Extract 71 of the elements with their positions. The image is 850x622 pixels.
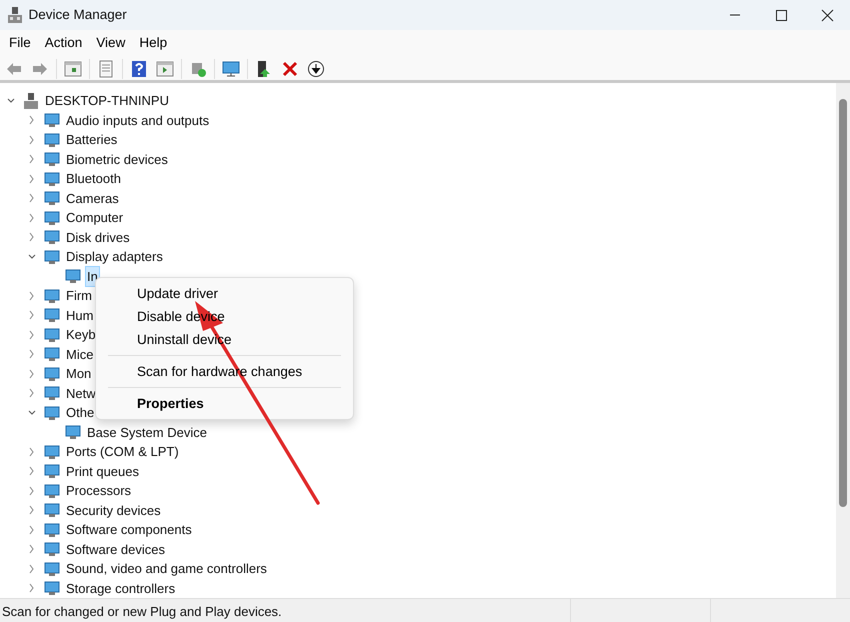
device-icon	[44, 463, 60, 480]
tree-item[interactable]: Hum	[64, 304, 96, 326]
window-play-icon	[156, 60, 174, 78]
menu-item[interactable]: Help	[132, 31, 174, 56]
device-icon	[44, 444, 60, 460]
device-icon	[44, 132, 60, 148]
tree-item[interactable]: Biometric devices	[64, 148, 170, 170]
tree-item[interactable]: Computer	[64, 207, 126, 228]
device-icon	[44, 560, 60, 577]
device-icon	[44, 326, 60, 343]
download-icon	[307, 60, 325, 78]
tree-item[interactable]: Disk drives	[64, 226, 132, 248]
device-icon	[65, 268, 81, 284]
device-icon	[44, 404, 60, 421]
help-icon	[130, 60, 148, 78]
device-icon	[44, 229, 60, 246]
menu-item[interactable]: View	[89, 31, 132, 56]
device-icon	[44, 346, 60, 362]
device-icon	[44, 502, 60, 518]
tree-item[interactable]: Netw	[64, 382, 98, 404]
document-icon	[97, 60, 115, 78]
menu-item[interactable]: Update driver	[100, 282, 349, 305]
device-icon	[44, 112, 60, 128]
menu-item[interactable]: Action	[38, 31, 90, 56]
tree-item[interactable]: Base System Device	[85, 422, 209, 443]
device-icon	[44, 385, 60, 402]
tree-item[interactable]: DESKTOP-THNINPU	[43, 90, 171, 112]
tree-item[interactable]: Audio inputs and outputs	[64, 110, 212, 131]
close-icon	[820, 8, 834, 22]
tree-item[interactable]: Mice	[64, 344, 96, 365]
window-title: Device Manager	[28, 6, 127, 24]
device-icon	[44, 366, 60, 382]
device-icon	[44, 151, 60, 168]
tree-item[interactable]: Software components	[64, 519, 194, 540]
tree-item[interactable]: Bluetooth	[64, 168, 123, 190]
device-icon	[44, 580, 60, 596]
tree-item[interactable]: Storage controllers	[64, 578, 178, 598]
tree-item[interactable]: Keyb	[64, 324, 98, 346]
tree-item[interactable]: Display adapters	[64, 246, 165, 268]
device-icon	[44, 541, 60, 558]
device-icon	[44, 522, 60, 538]
scrollbar[interactable]	[836, 83, 850, 598]
delete-icon	[281, 60, 299, 78]
tree-item[interactable]: Print queues	[64, 460, 141, 482]
tree-item[interactable]: Ports (COM & LPT)	[64, 441, 181, 462]
device-icon	[44, 307, 60, 324]
tree-item[interactable]: Software devices	[64, 538, 167, 560]
device-icon	[44, 248, 60, 265]
device-icon	[44, 482, 60, 499]
status-text: Scan for changed or new Plug and Play devices.	[1, 603, 283, 621]
tree-item[interactable]: Mon	[64, 363, 94, 384]
monitor-icon	[222, 60, 240, 78]
tree-item[interactable]: Firm	[64, 285, 94, 306]
tree-item[interactable]: Processors	[64, 480, 134, 502]
device-icon	[65, 424, 81, 440]
menu-item[interactable]: File	[2, 31, 38, 56]
tree-item[interactable]: Sound, video and game controllers	[64, 558, 269, 580]
tree-item[interactable]: Cameras	[64, 188, 121, 209]
tree-item[interactable]: Othe	[64, 402, 96, 424]
panel-icon	[64, 60, 82, 78]
menu-item[interactable]: Properties	[100, 392, 349, 415]
tree-item[interactable]: Batteries	[64, 129, 120, 150]
device-icon	[44, 190, 60, 206]
device-icon	[44, 210, 60, 226]
tree-item[interactable]: Security devices	[64, 500, 163, 521]
update-driver-icon	[255, 60, 273, 78]
device-manager-icon	[6, 6, 22, 24]
computer-icon	[23, 92, 39, 109]
device-icon	[44, 170, 60, 187]
maximize-icon	[774, 8, 788, 22]
device-icon	[44, 288, 60, 304]
